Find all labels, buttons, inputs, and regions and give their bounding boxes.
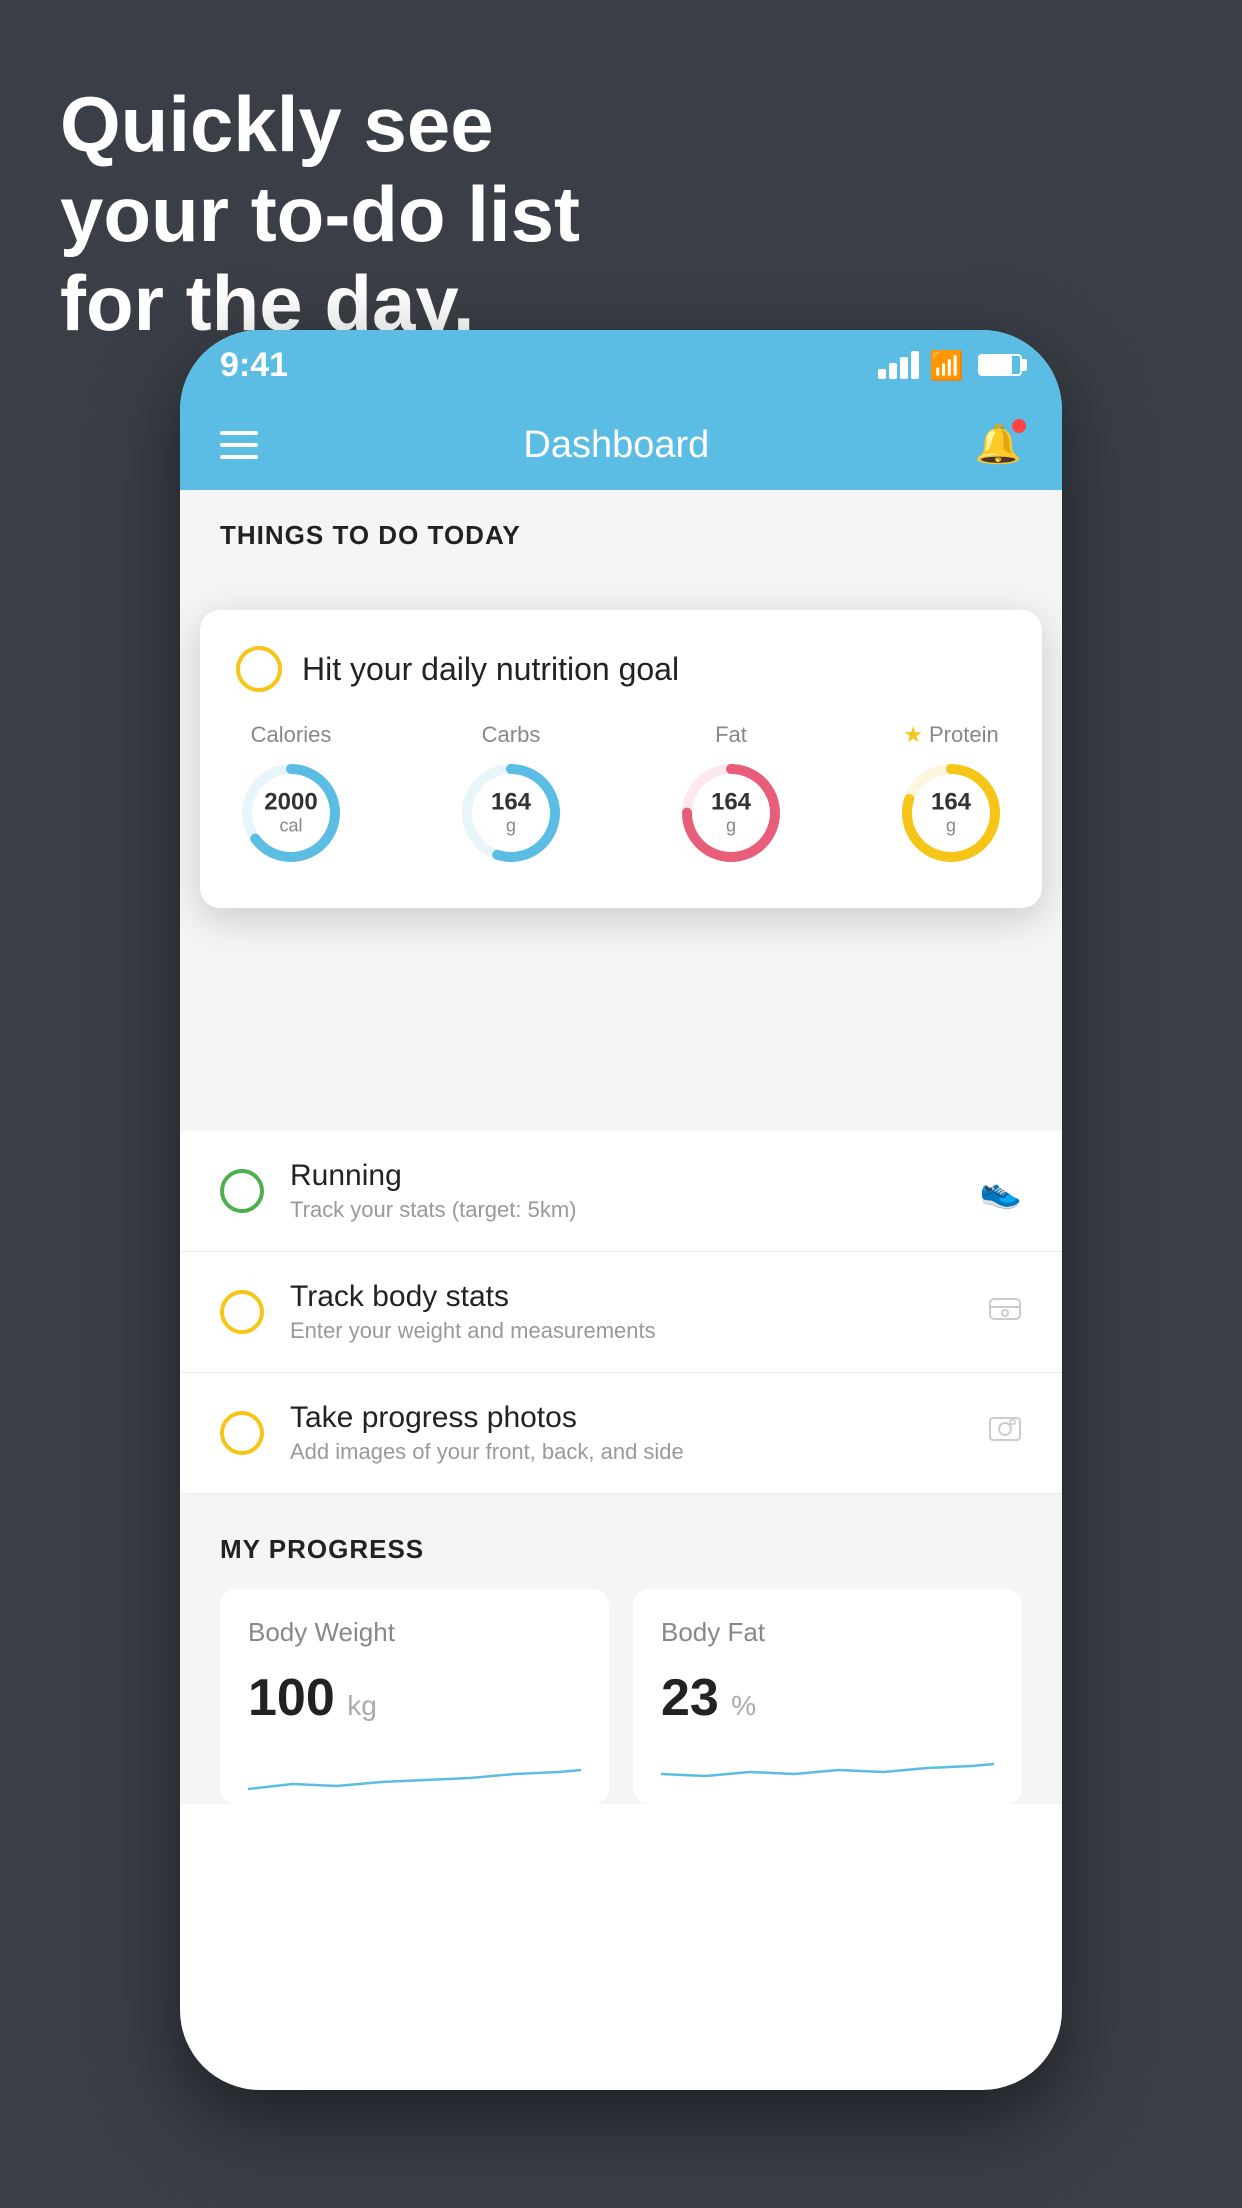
nutrition-check-circle [236,646,282,692]
calories-unit: cal [264,816,317,837]
todo-sub-body-stats: Enter your weight and measurements [290,1318,962,1344]
stat-carbs: Carbs 164 g [456,722,566,868]
signal-icon [878,351,919,379]
section-header: THINGS TO DO TODAY [180,490,1062,571]
notification-dot [1012,419,1026,433]
todo-text-body-stats: Track body stats Enter your weight and m… [290,1280,962,1344]
body-weight-title: Body Weight [248,1617,581,1648]
body-weight-unit: kg [347,1690,377,1721]
todo-item-body-stats[interactable]: Track body stats Enter your weight and m… [180,1252,1062,1373]
calories-value: 2000 [264,789,317,815]
headline-line1: Quickly see [60,80,580,170]
body-fat-value: 23 [661,1669,719,1727]
todo-item-photos[interactable]: Take progress photos Add images of your … [180,1373,1062,1494]
todo-list: Running Track your stats (target: 5km) 👟… [180,1131,1062,1494]
stat-fat: Fat 164 g [676,722,786,868]
fat-label: Fat [715,722,747,748]
body-fat-unit: % [731,1690,756,1721]
nutrition-header: Hit your daily nutrition goal [236,646,1006,692]
body-weight-value-row: 100 kg [248,1668,581,1728]
star-icon: ★ [903,722,923,748]
todo-circle-running [220,1169,264,1213]
todo-name-photos: Take progress photos [290,1401,962,1435]
status-time: 9:41 [220,346,288,385]
carbs-label: Carbs [482,722,541,748]
carbs-value: 164 [491,789,531,815]
protein-donut: 164 g [896,758,1006,868]
todo-sub-running: Track your stats (target: 5km) [290,1197,954,1223]
fat-value: 164 [711,789,751,815]
headline-line2: your to-do list [60,170,580,260]
todo-text-photos: Take progress photos Add images of your … [290,1401,962,1465]
menu-icon[interactable] [220,431,258,459]
nutrition-title: Hit your daily nutrition goal [302,651,679,688]
fat-unit: g [711,816,751,837]
todo-name-body-stats: Track body stats [290,1280,962,1314]
nutrition-stats: Calories 2000 cal Carbs [236,722,1006,868]
shoe-icon: 👟 [980,1171,1022,1211]
phone-mockup: 9:41 📶 Dashboard 🔔 THINGS TO [180,330,1062,2090]
todo-item-running[interactable]: Running Track your stats (target: 5km) 👟 [180,1131,1062,1252]
progress-card-fat: Body Fat 23 % [633,1589,1022,1804]
protein-unit: g [931,816,971,837]
calories-label: Calories [251,722,332,748]
headline: Quickly see your to-do list for the day. [60,80,580,349]
todo-circle-body-stats [220,1290,264,1334]
app-header: Dashboard 🔔 [180,400,1062,490]
nutrition-card: Hit your daily nutrition goal Calories 2… [200,610,1042,908]
header-title: Dashboard [523,424,709,467]
status-bar: 9:41 📶 [180,330,1062,400]
status-icons: 📶 [878,349,1022,382]
body-fat-value-row: 23 % [661,1668,994,1728]
body-fat-title: Body Fat [661,1617,994,1648]
calories-donut: 2000 cal [236,758,346,868]
body-weight-chart [248,1744,581,1804]
protein-label: ★ Protein [903,722,998,748]
progress-card-weight: Body Weight 100 kg [220,1589,609,1804]
notification-icon[interactable]: 🔔 [975,423,1022,467]
wifi-icon: 📶 [929,349,964,382]
stat-protein: ★ Protein 164 g [896,722,1006,868]
carbs-unit: g [491,816,531,837]
todo-circle-photos [220,1411,264,1455]
photo-icon [988,1412,1022,1455]
content-area: THINGS TO DO TODAY Hit your daily nutrit… [180,490,1062,1804]
section-title: THINGS TO DO TODAY [220,520,1022,551]
todo-name-running: Running [290,1159,954,1193]
progress-cards: Body Weight 100 kg Body Fat 23 [220,1589,1022,1804]
protein-value: 164 [931,789,971,815]
progress-section: MY PROGRESS Body Weight 100 kg [180,1494,1062,1804]
todo-sub-photos: Add images of your front, back, and side [290,1439,962,1465]
fat-donut: 164 g [676,758,786,868]
progress-title: MY PROGRESS [220,1534,1022,1565]
battery-icon [978,354,1022,376]
scale-icon [988,1291,1022,1334]
carbs-donut: 164 g [456,758,566,868]
stat-calories: Calories 2000 cal [236,722,346,868]
body-fat-chart [661,1744,994,1804]
todo-text-running: Running Track your stats (target: 5km) [290,1159,954,1223]
body-weight-value: 100 [248,1669,335,1727]
